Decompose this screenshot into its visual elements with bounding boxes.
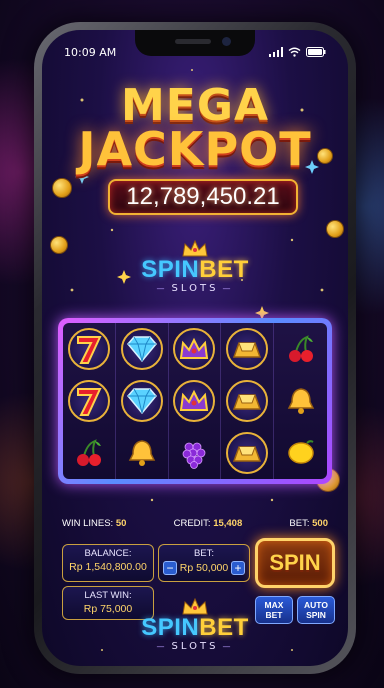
balance-label: BALANCE: <box>84 548 132 559</box>
bet-increase-button[interactable]: + <box>231 561 245 575</box>
reel-cell <box>274 323 327 375</box>
reel-cell <box>63 323 116 375</box>
cherry-icon <box>280 328 322 370</box>
credit-value: 15,408 <box>213 518 243 529</box>
info-bar: WIN LINES: 50 CREDIT: 15,408 BET: 500 <box>62 518 328 529</box>
mega-title: MEGA <box>120 80 269 131</box>
reel-cell <box>169 375 222 427</box>
diamond-icon <box>120 328 163 370</box>
bet-label: BET: <box>193 548 215 559</box>
brand-logo-top: SPINBET SLOTS <box>42 240 348 294</box>
brand-name: SPINBET <box>42 616 348 640</box>
bet-panel: BET: − Rp 50,000 + <box>158 544 250 582</box>
balance-panel: BALANCE: Rp 1,540,800.00 <box>62 544 154 582</box>
status-bar: 10:09 AM <box>64 44 326 60</box>
grapes-icon <box>173 432 215 474</box>
bet-decrease-button[interactable]: − <box>163 561 177 575</box>
brand-subtitle: SLOTS <box>42 641 348 652</box>
signal-icon <box>269 47 283 57</box>
coin-icon <box>326 220 344 238</box>
reel-cell <box>169 323 222 375</box>
bet-value: Rp 50,000 <box>179 562 229 574</box>
cherry-icon <box>68 432 110 474</box>
reels-frame <box>58 318 332 484</box>
credit-label: CREDIT: <box>173 518 211 529</box>
bell-icon <box>280 380 322 422</box>
reel-cell <box>116 323 169 375</box>
phone-screen: 10:09 AM MEGA JACKPOT 12,789,450.21 SPIN… <box>42 30 348 666</box>
reel-cell <box>221 323 275 375</box>
brand-name-spin: SPIN <box>141 614 200 641</box>
crown-icon <box>173 328 216 370</box>
brand-subtitle: SLOTS <box>42 283 348 294</box>
status-icons <box>269 47 326 57</box>
reel-cell <box>274 375 327 427</box>
battery-icon <box>306 47 326 57</box>
reel-cell <box>116 375 169 427</box>
seven-icon <box>67 328 110 370</box>
seven-icon <box>67 380 110 422</box>
bet-info-value: 500 <box>312 518 328 529</box>
bet-stepper: − Rp 50,000 + <box>159 561 249 575</box>
win-lines: WIN LINES: 50 <box>62 518 126 529</box>
coin-icon <box>52 178 72 198</box>
win-lines-label: WIN LINES: <box>62 518 114 529</box>
brand-name-spin: SPIN <box>141 256 200 283</box>
wifi-icon <box>288 47 301 57</box>
phone-frame: 10:09 AM MEGA JACKPOT 12,789,450.21 SPIN… <box>34 22 356 674</box>
reel-cell <box>63 427 116 479</box>
reel-cell <box>274 427 327 479</box>
credit: CREDIT: 15,408 <box>174 518 243 529</box>
lemon-icon <box>280 432 322 474</box>
reel-cell <box>116 427 169 479</box>
reel-cell <box>221 427 275 479</box>
jackpot-amount: 12,789,450.21 <box>108 179 298 215</box>
spin-button[interactable]: SPIN <box>255 538 335 588</box>
status-time: 10:09 AM <box>64 45 117 59</box>
win-lines-value: 50 <box>115 518 127 529</box>
brand-logo-bottom: SPINBET SLOTS <box>42 598 348 652</box>
balance-value: Rp 1,540,800.00 <box>69 561 147 573</box>
jackpot-title: JACKPOT <box>78 122 312 176</box>
diamond-icon <box>120 380 163 422</box>
bell-icon <box>121 432 163 474</box>
reel-cell <box>221 375 275 427</box>
bet-info-label: BET: <box>289 518 310 529</box>
reel-cell <box>63 375 116 427</box>
crown-icon <box>173 380 216 422</box>
gold-bar-icon <box>226 328 269 370</box>
brand-name-bet: BET <box>199 614 249 641</box>
slot-reels <box>63 323 327 479</box>
brand-name-bet: BET <box>199 256 249 283</box>
bet-info: BET: 500 <box>289 518 328 529</box>
brand-name: SPINBET <box>42 258 348 282</box>
gold-bar-icon <box>226 432 269 474</box>
gold-bar-icon <box>226 380 269 422</box>
reel-cell <box>169 427 222 479</box>
